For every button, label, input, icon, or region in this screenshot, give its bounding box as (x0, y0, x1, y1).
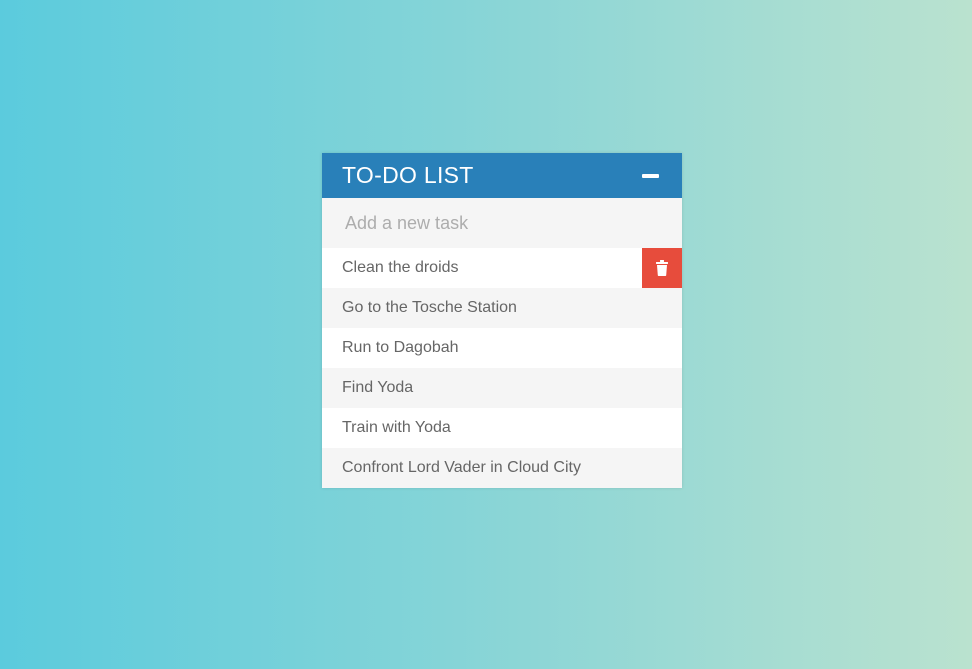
task-item[interactable]: Run to Dagobah (322, 328, 682, 368)
task-label: Find Yoda (342, 379, 414, 396)
task-item[interactable]: Go to the Tosche Station (322, 288, 682, 328)
task-item[interactable]: Train with Yoda (322, 408, 682, 448)
task-label: Clean the droids (342, 259, 459, 276)
task-item[interactable]: Confront Lord Vader in Cloud City (322, 448, 682, 488)
task-item[interactable]: Find Yoda (322, 368, 682, 408)
task-label: Confront Lord Vader in Cloud City (342, 459, 581, 476)
task-item[interactable]: Clean the droids (322, 248, 682, 288)
collapse-toggle-button[interactable] (638, 164, 662, 188)
delete-task-button[interactable] (642, 248, 682, 288)
new-task-input[interactable] (322, 198, 682, 248)
minus-icon (641, 173, 659, 178)
task-label: Train with Yoda (342, 419, 451, 436)
task-label: Run to Dagobah (342, 339, 459, 356)
trash-icon (656, 260, 668, 276)
todo-panel: TO-DO LIST Clean the droids Go to the To… (322, 153, 682, 488)
task-list: Clean the droids Go to the Tosche Statio… (322, 248, 682, 488)
page-title: TO-DO LIST (342, 162, 474, 188)
task-label: Go to the Tosche Station (342, 299, 517, 316)
todo-header: TO-DO LIST (322, 153, 682, 198)
